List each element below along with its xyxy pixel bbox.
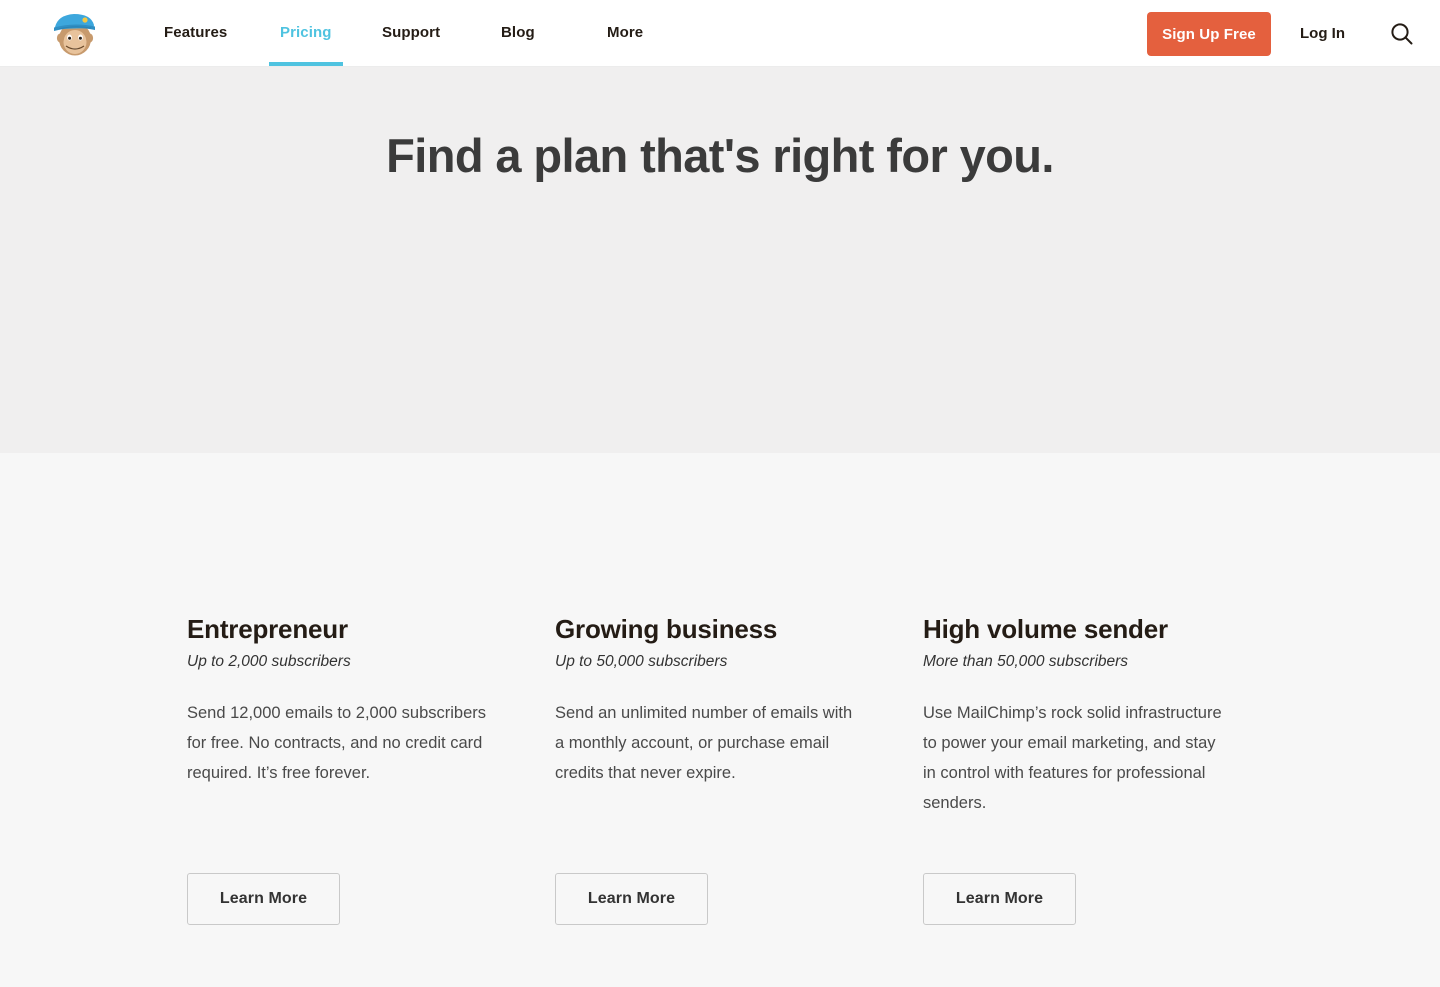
nav-item-blog[interactable]: Blog	[501, 24, 535, 41]
learn-more-button[interactable]: Learn More	[187, 873, 340, 925]
plan-name: Entrepreneur	[187, 614, 348, 644]
plan-subscriber-range: More than 50,000 subscribers	[923, 653, 1129, 670]
nav-item-features[interactable]: Features	[164, 24, 227, 41]
plan-subscriber-range: Up to 50,000 subscribers	[555, 653, 728, 670]
page-title: Find a plan that's right for you.	[386, 129, 1054, 182]
site-header: Features Pricing Support Blog More Sign Up F…	[0, 0, 1440, 67]
plan-description: Send 12,000 emails to 2,000 subscribers …	[187, 704, 487, 782]
mailchimp-freddie-monkey-logo[interactable]	[50, 9, 100, 59]
nav-item-support[interactable]: Support	[382, 24, 440, 41]
plan-description: Send an unlimited number of emails with …	[555, 704, 853, 782]
nav-item-more[interactable]: More	[607, 24, 643, 41]
plan-name: Growing business	[555, 614, 778, 644]
nav-active-underline	[269, 62, 343, 66]
sign-up-free-button[interactable]: Sign Up Free	[1147, 12, 1271, 56]
hero-band	[0, 67, 1440, 453]
pricing-page: Features Pricing Support Blog More Sign Up F…	[0, 0, 1440, 987]
search-icon[interactable]	[1388, 20, 1416, 48]
learn-more-button[interactable]: Learn More	[555, 873, 708, 925]
plan-name: High volume sender	[923, 614, 1168, 644]
learn-more-button[interactable]: Learn More	[923, 873, 1076, 925]
log-in-link[interactable]: Log In	[1300, 25, 1345, 42]
plan-description: Use MailChimp’s rock solid infrastructur…	[923, 704, 1222, 812]
plans-section: Entrepreneur Up to 2,000 subscribers Send …	[0, 0, 1440, 987]
plan-subscriber-range: Up to 2,000 subscribers	[187, 653, 351, 670]
nav-item-pricing[interactable]: Pricing	[280, 24, 332, 41]
